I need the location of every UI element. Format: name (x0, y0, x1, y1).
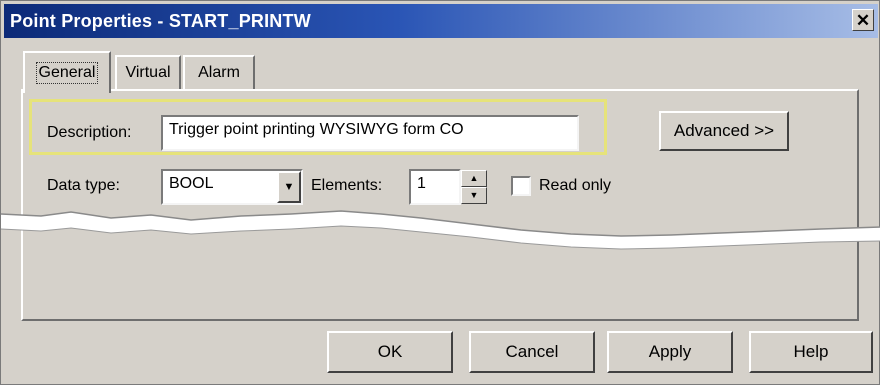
tab-virtual[interactable]: Virtual (115, 55, 181, 89)
tab-general[interactable]: General (23, 51, 111, 93)
elements-label: Elements: (311, 177, 383, 194)
apply-button[interactable]: Apply (607, 331, 733, 373)
window-title: Point Properties - START_PRINTW (10, 11, 311, 31)
read-only-checkbox[interactable] (511, 176, 531, 196)
close-icon: ✕ (855, 10, 871, 30)
advanced-button[interactable]: Advanced >> (659, 111, 789, 151)
point-properties-dialog: Point Properties - START_PRINTW ✕ Genera… (0, 0, 880, 385)
data-type-label: Data type: (47, 177, 120, 194)
tab-virtual-label: Virtual (125, 64, 171, 81)
cancel-button[interactable]: Cancel (469, 331, 595, 373)
help-button[interactable]: Help (749, 331, 873, 373)
tab-alarm[interactable]: Alarm (183, 55, 255, 89)
data-type-value: BOOL (169, 175, 214, 192)
spin-up-icon[interactable]: ▲ (461, 170, 487, 187)
ok-button[interactable]: OK (327, 331, 453, 373)
read-only-label: Read only (539, 177, 612, 194)
chevron-down-icon: ▼ (283, 181, 295, 193)
torn-edge-graphic (1, 210, 880, 250)
tab-general-label: General (35, 62, 99, 84)
title-bar[interactable]: Point Properties - START_PRINTW ✕ (4, 4, 878, 38)
tab-alarm-label: Alarm (198, 64, 240, 81)
description-input[interactable]: Trigger point printing WYSIWYG form CO (161, 115, 579, 151)
close-button[interactable]: ✕ (852, 9, 874, 31)
description-label: Description: (47, 124, 132, 141)
